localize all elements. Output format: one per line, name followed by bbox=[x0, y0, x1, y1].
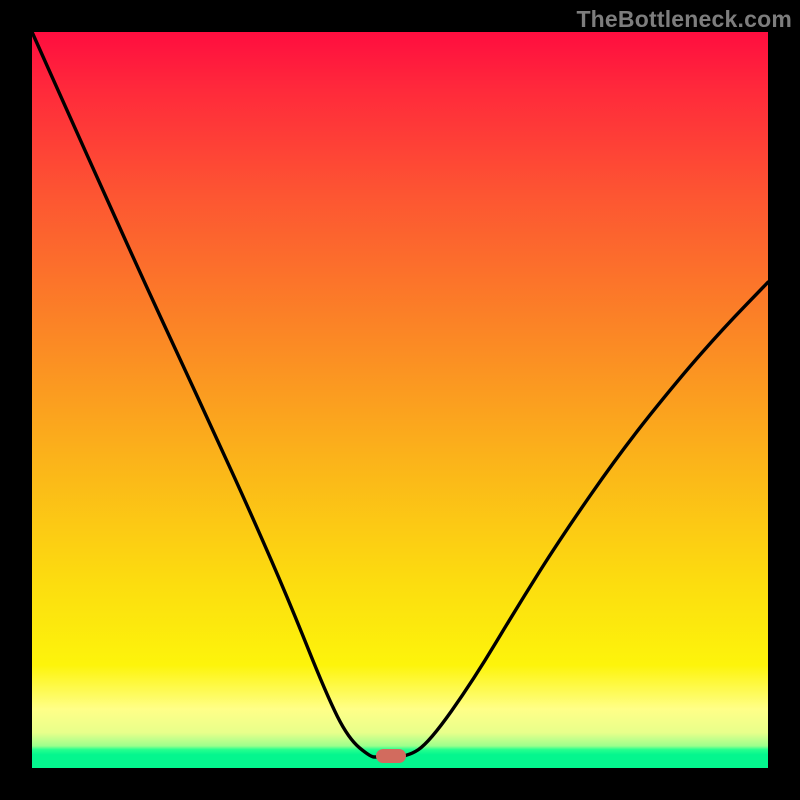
bottleneck-curve bbox=[32, 32, 768, 768]
optimum-marker bbox=[376, 749, 406, 763]
plot-area bbox=[32, 32, 768, 768]
chart-frame: TheBottleneck.com bbox=[0, 0, 800, 800]
watermark-text: TheBottleneck.com bbox=[576, 6, 792, 33]
